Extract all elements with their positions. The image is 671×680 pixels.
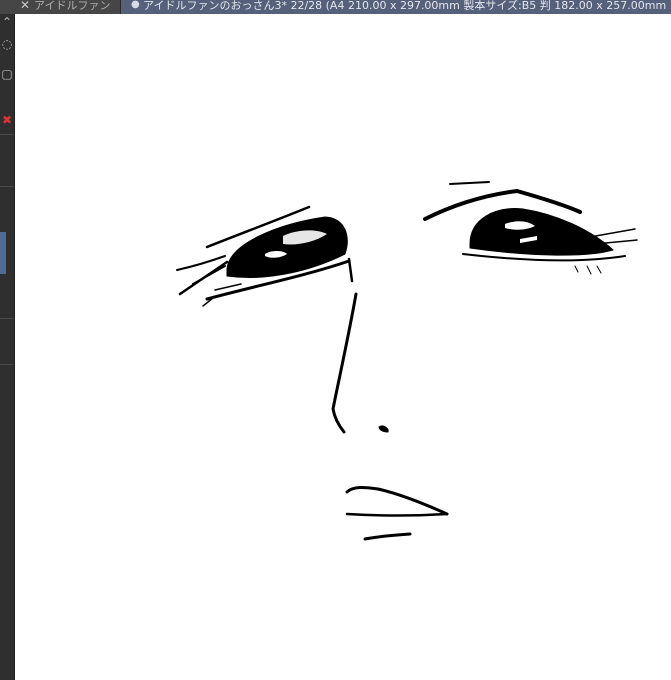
drawing-canvas[interactable] — [15, 14, 671, 680]
nose-line — [331, 292, 358, 434]
left-lash — [192, 265, 226, 285]
left-lash — [214, 283, 242, 291]
nose-bridge — [347, 257, 354, 283]
lasso-icon[interactable]: ◌ — [0, 36, 14, 52]
tab-active-document[interactable]: ● アイドルファンのおっさん3* 22/28 (A4 210.00 x 297.… — [121, 0, 671, 14]
tab-label: アイドルファン — [34, 0, 111, 12]
strip-divider — [0, 186, 13, 187]
modified-dot-icon: ● — [131, 0, 140, 10]
strip-divider — [0, 318, 13, 319]
eraser-icon[interactable]: ✖ — [0, 112, 14, 128]
upper-lip — [345, 485, 449, 516]
document-tab-bar: ✕ アイドルファン ● アイドルファンのおっさん3* 22/28 (A4 210… — [0, 0, 671, 14]
tab-idol-fan[interactable]: ✕ アイドルファン — [0, 0, 121, 14]
selected-tool-indicator — [0, 232, 6, 274]
lip-line — [345, 512, 449, 517]
nostril — [378, 425, 389, 433]
right-eye-iris — [469, 208, 614, 256]
right-lash — [586, 265, 592, 275]
chevron-up-down-icon[interactable]: ⌃ — [0, 14, 14, 30]
right-lash — [589, 228, 636, 238]
strip-divider — [0, 134, 13, 135]
tool-strip: ⌃ ◌ ▢ ✖ — [0, 14, 15, 680]
right-brow — [449, 181, 490, 185]
face-sketch — [176, 181, 638, 541]
lower-lip — [363, 532, 412, 541]
bucket-icon[interactable]: ▢ — [0, 66, 14, 82]
close-icon[interactable]: ✕ — [20, 0, 30, 11]
right-lash — [596, 265, 602, 274]
tab-label-active: アイドルファンのおっさん3* 22/28 (A4 210.00 x 297.00… — [143, 0, 667, 12]
strip-divider — [0, 364, 13, 365]
right-lash — [574, 265, 579, 273]
